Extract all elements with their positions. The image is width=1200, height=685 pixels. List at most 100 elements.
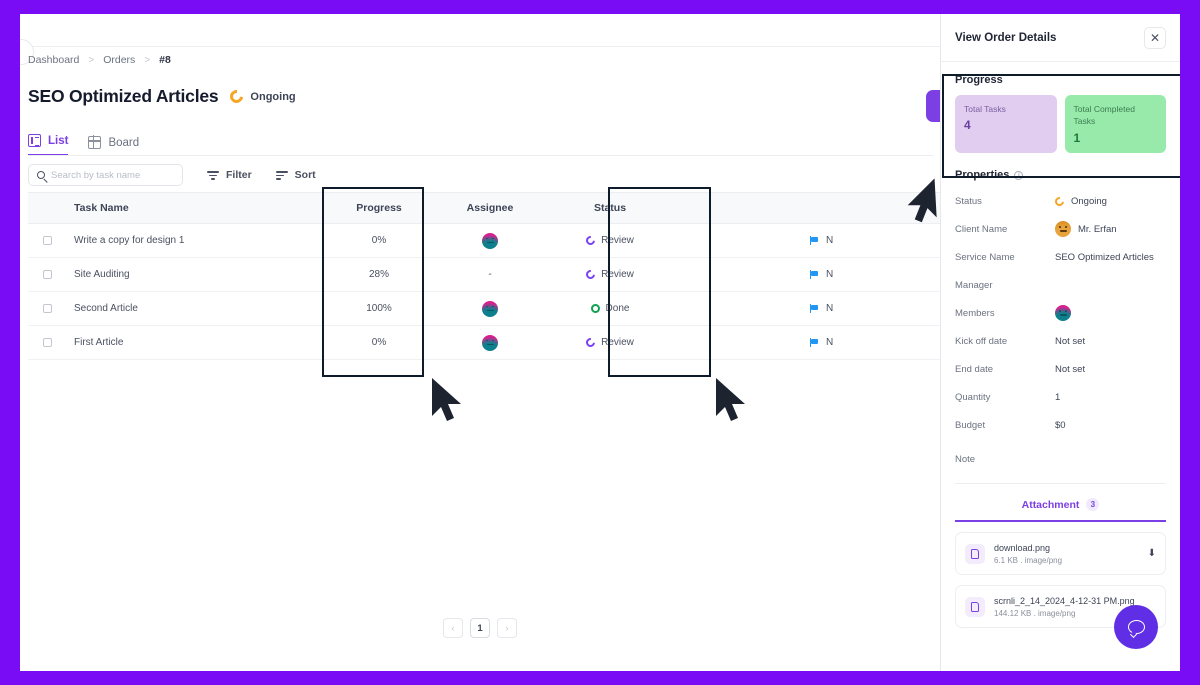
property-value: $0 xyxy=(1055,419,1066,431)
total-tasks-card: Total Tasks 4 xyxy=(955,95,1057,153)
row-checkbox-cell xyxy=(28,304,66,313)
panel-header: View Order Details ✕ xyxy=(941,14,1180,62)
cursor-arrow-status xyxy=(716,378,745,421)
row-checkbox[interactable] xyxy=(42,304,52,313)
properties-title-label: Properties xyxy=(955,169,1010,181)
attachment-name: download.png xyxy=(994,543,1051,553)
review-ring-icon xyxy=(584,234,597,247)
done-ring-icon xyxy=(588,302,602,315)
property-key: Service Name xyxy=(955,251,1015,263)
filter-button[interactable]: Filter xyxy=(207,169,252,181)
property-value: Ongoing xyxy=(1053,194,1107,208)
sort-label: Sort xyxy=(294,169,316,181)
tabs-divider xyxy=(28,155,933,156)
breadcrumb-separator-icon: > xyxy=(144,54,151,66)
property-key: Status xyxy=(955,195,982,207)
chat-bubble-icon xyxy=(1127,620,1145,634)
attachment-count-badge: 3 xyxy=(1086,498,1100,511)
property-row-end-date: End date Not set xyxy=(955,355,1166,383)
top-bar xyxy=(20,14,940,47)
order-details-panel: View Order Details ✕ Progress Total Task… xyxy=(940,14,1180,671)
cell-assignee: - xyxy=(488,269,492,280)
cell-status: Review xyxy=(550,268,670,281)
flag-icon xyxy=(810,236,820,246)
cursor-arrow-progress xyxy=(432,378,461,421)
cell-status: Review xyxy=(550,336,670,349)
sort-icon xyxy=(275,170,288,180)
row-checkbox-cell xyxy=(28,338,66,347)
info-icon[interactable]: i xyxy=(1014,170,1024,180)
avatar xyxy=(482,300,498,317)
cell-task-name: Second Article xyxy=(74,303,138,314)
attachment-item[interactable]: download.png 6.1 KB . image/png ⬇ xyxy=(955,532,1166,576)
row-checkbox[interactable] xyxy=(42,236,52,245)
pagination-page-1[interactable]: 1 xyxy=(470,618,490,638)
board-icon xyxy=(87,135,102,149)
total-completed-label: Total Completed Tasks xyxy=(1073,104,1135,127)
sort-button[interactable]: Sort xyxy=(275,169,316,181)
attachment-label: Attachment xyxy=(1021,498,1080,511)
pagination-next[interactable]: › xyxy=(497,618,517,638)
search-icon xyxy=(37,171,45,179)
search-box[interactable] xyxy=(28,164,183,186)
total-completed-card: Total Completed Tasks 1 xyxy=(1064,95,1166,153)
tab-board-label: Board xyxy=(108,136,140,149)
properties-section-title: Properties i xyxy=(955,169,1166,181)
property-value-label: Ongoing xyxy=(1071,195,1107,207)
search-input[interactable] xyxy=(51,169,171,181)
properties-section: Properties i Status Ongoing Client Name … xyxy=(955,169,1166,473)
panel-title: View Order Details xyxy=(955,31,1057,44)
row-checkbox-cell xyxy=(28,270,66,279)
progress-section-title: Progress xyxy=(955,74,1166,86)
property-value xyxy=(1055,305,1071,321)
avatar xyxy=(482,334,498,351)
property-key: Budget xyxy=(955,419,986,431)
column-header-status[interactable]: Status xyxy=(550,202,670,214)
tab-board[interactable]: Board xyxy=(87,135,140,156)
status-label: Done xyxy=(605,303,630,314)
tab-list-label: List xyxy=(48,134,69,147)
property-value: Not set xyxy=(1055,363,1086,375)
breadcrumb-item-dashboard[interactable]: Dashboard xyxy=(28,54,79,66)
attachment-tab[interactable]: Attachment 3 xyxy=(955,484,1166,522)
avatar xyxy=(1055,221,1071,237)
tab-list[interactable]: List xyxy=(28,134,69,156)
property-row-members: Members xyxy=(955,299,1166,327)
cell-task-name: Write a copy for design 1 xyxy=(74,235,185,246)
property-key: Note xyxy=(955,453,976,465)
property-row-quantity: Quantity 1 xyxy=(955,383,1166,411)
cell-priority: N xyxy=(670,303,910,314)
breadcrumb-separator-icon: > xyxy=(88,54,95,66)
chat-button[interactable] xyxy=(1114,605,1158,649)
cell-task-name: First Article xyxy=(74,337,124,348)
row-checkbox[interactable] xyxy=(42,338,52,347)
filter-icon xyxy=(207,170,219,180)
cell-task-name: Site Auditing xyxy=(74,269,130,280)
cell-assignee xyxy=(430,300,550,317)
cell-status: Done xyxy=(550,302,670,315)
property-value: 1 xyxy=(1055,391,1061,403)
column-header-assignee[interactable]: Assignee xyxy=(430,202,550,214)
pagination-prev[interactable]: ‹ xyxy=(443,618,463,638)
property-value: SEO Optimized Articles xyxy=(1055,251,1154,263)
property-key: Client Name xyxy=(955,223,1008,235)
cell-priority: N xyxy=(670,337,910,348)
breadcrumb-item-orders[interactable]: Orders xyxy=(103,54,135,66)
view-tabs: List Board xyxy=(28,126,139,156)
property-row-status: Status Ongoing xyxy=(955,187,1166,215)
property-row-service-name: Service Name SEO Optimized Articles xyxy=(955,243,1166,271)
download-icon[interactable]: ⬇ xyxy=(1148,548,1156,559)
column-header-progress[interactable]: Progress xyxy=(328,202,430,214)
row-checkbox[interactable] xyxy=(42,270,52,279)
avatar xyxy=(1055,305,1071,321)
breadcrumb-item-current: #8 xyxy=(159,54,171,66)
cell-progress: 0% xyxy=(371,235,387,246)
property-row-manager: Manager xyxy=(955,271,1166,299)
column-header-task-name[interactable]: Task Name xyxy=(66,202,328,214)
pagination: ‹ 1 › xyxy=(20,618,940,638)
cell-assignee xyxy=(430,334,550,351)
property-value: Not set xyxy=(1055,335,1086,347)
close-icon[interactable]: ✕ xyxy=(1144,26,1166,49)
row-checkbox-cell xyxy=(28,236,66,245)
flag-icon xyxy=(810,270,820,280)
